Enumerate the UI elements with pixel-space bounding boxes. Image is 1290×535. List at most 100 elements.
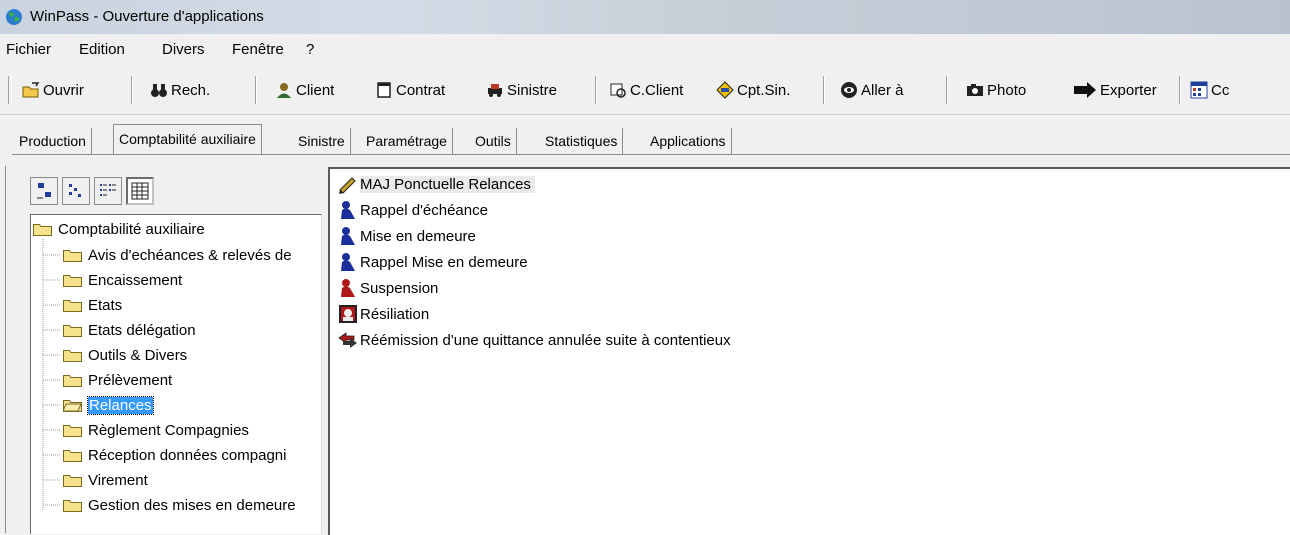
folder-icon — [63, 473, 82, 487]
binoculars-icon — [151, 84, 167, 97]
tree-node[interactable]: Etats délégation — [63, 319, 196, 341]
tab-outils[interactable]: Outils — [470, 128, 517, 154]
tab-divider — [12, 154, 1290, 155]
tab-parametrage[interactable]: Paramétrage — [361, 128, 453, 154]
blue-person-icon — [341, 253, 355, 271]
window-title: WinPass - Ouverture d'applications — [30, 8, 264, 25]
tree-node-label: Encaissement — [88, 271, 183, 289]
client-account-button-label: C.Client — [630, 81, 684, 99]
folder-icon — [63, 423, 82, 437]
tab-production[interactable]: Production — [14, 128, 92, 154]
toolbar-separator — [255, 76, 257, 104]
tab-comptabilite-auxiliaire[interactable]: Comptabilité auxiliaire — [113, 124, 262, 155]
camera-icon — [967, 84, 983, 96]
menu-fenetre[interactable]: Fenêtre — [232, 41, 284, 58]
tree-node[interactable]: Avis d'echéances & relevés de — [63, 244, 292, 266]
folder-icon — [63, 373, 82, 387]
list-item[interactable]: Suspension — [338, 276, 438, 300]
folder-icon — [63, 248, 82, 262]
tree-node-label: Règlement Compagnies — [88, 421, 249, 439]
tree-node-label: Outils & Divers — [88, 346, 188, 364]
tree-node[interactable]: Gestion des mises en demeure — [63, 494, 296, 516]
tree-node-label: Etats délégation — [88, 321, 196, 339]
tree-node[interactable]: Virement — [63, 469, 148, 491]
tab-statistiques[interactable]: Statistiques — [540, 128, 624, 154]
list-item[interactable]: Mise en demeure — [338, 224, 476, 248]
tree-node[interactable]: Règlement Compagnies — [63, 419, 249, 441]
menu-fichier[interactable]: Fichier — [6, 41, 51, 58]
list-item-label: MAJ Ponctuelle Relances — [360, 175, 535, 193]
folder-tree[interactable]: Comptabilité auxiliaire Avis d'echéances… — [30, 214, 322, 534]
calendar-button-label: Cc — [1211, 81, 1230, 99]
update-pen-icon — [339, 177, 356, 194]
tab-sinistre[interactable]: Sinistre — [293, 128, 351, 154]
details-view-button[interactable] — [126, 177, 154, 205]
app-globe-icon — [6, 9, 22, 25]
blue-person-icon — [341, 227, 355, 245]
claim-button[interactable]: Sinistre — [486, 79, 557, 101]
client-icon — [277, 83, 291, 98]
tree-node-selected[interactable]: Relances — [62, 394, 154, 416]
open-folder-icon — [62, 398, 82, 412]
claim-account-button[interactable]: Cpt.Sin. — [716, 79, 790, 101]
list-item[interactable]: Résiliation — [338, 302, 429, 326]
contract-button[interactable]: Contrat — [375, 79, 445, 101]
toolbar-separator — [1179, 76, 1181, 104]
tree-node[interactable]: Encaissement — [63, 269, 182, 291]
goto-button[interactable]: Aller à — [840, 79, 904, 101]
tree-node-label: Réception données compagni — [88, 446, 287, 464]
tree-node[interactable]: Prélèvement — [63, 369, 172, 391]
list-item[interactable]: Rappel d'échéance — [338, 198, 488, 222]
large-icons-view-button[interactable] — [30, 177, 58, 205]
list-item[interactable]: Rappel Mise en demeure — [338, 250, 528, 274]
view-mode-buttons — [30, 177, 158, 207]
goto-button-label: Aller à — [861, 81, 904, 99]
tree-node[interactable]: Réception données compagni — [63, 444, 286, 466]
list-item-label: Réémission d'une quittance annulée suite… — [360, 331, 731, 349]
small-icons-view-button[interactable] — [62, 177, 90, 205]
contract-icon — [377, 82, 391, 98]
client-account-button[interactable]: C.Client — [609, 79, 683, 101]
title-bar: WinPass - Ouverture d'applications — [0, 0, 1290, 34]
termination-icon — [339, 305, 357, 323]
open-button[interactable]: Ouvrir — [22, 79, 84, 101]
folder-icon — [63, 323, 82, 337]
tree-node[interactable]: Etats — [63, 294, 122, 316]
list-item[interactable]: MAJ Ponctuelle Relances — [338, 172, 535, 196]
list-item-label: Rappel d'échéance — [360, 201, 488, 219]
export-arrow-icon — [1074, 82, 1096, 98]
calendar-icon — [1190, 81, 1208, 99]
calendar-button[interactable]: Cc — [1190, 79, 1229, 101]
photo-button[interactable]: Photo — [966, 79, 1026, 101]
toolbar-separator — [823, 76, 825, 104]
list-item-label: Résiliation — [360, 305, 430, 323]
folder-icon — [63, 448, 82, 462]
car-crash-icon — [488, 84, 502, 97]
tree-node[interactable]: Outils & Divers — [63, 344, 187, 366]
tree-root-node[interactable]: Comptabilité auxiliaire — [33, 218, 205, 240]
menu-edition[interactable]: Edition — [79, 41, 125, 58]
open-button-label: Ouvrir — [43, 81, 84, 99]
toolbar: Ouvrir Rech. Client Contrat Sinistre C.C… — [0, 64, 1290, 115]
client-button[interactable]: Client — [275, 79, 334, 101]
export-button[interactable]: Exporter — [1073, 79, 1157, 101]
search-button[interactable]: Rech. — [150, 79, 210, 101]
menu-divers[interactable]: Divers — [162, 41, 205, 58]
list-item-label: Rappel Mise en demeure — [360, 253, 528, 271]
list-item-label: Mise en demeure — [360, 227, 476, 245]
folder-icon — [33, 222, 52, 236]
list-view-button[interactable] — [94, 177, 122, 205]
claim-account-button-label: Cpt.Sin. — [737, 81, 791, 99]
folder-icon — [63, 298, 82, 312]
goto-icon — [841, 82, 857, 98]
list-item[interactable]: Réémission d'une quittance annulée suite… — [338, 328, 731, 352]
menu-help[interactable]: ? — [306, 41, 314, 58]
claim-account-icon — [716, 81, 734, 99]
small-icons-view-icon — [69, 184, 81, 197]
tree-node-label: Virement — [88, 471, 148, 489]
reissue-arrows-icon — [338, 332, 357, 348]
search-button-label: Rech. — [171, 81, 211, 99]
application-list[interactable]: MAJ Ponctuelle Relances Rappel d'échéanc… — [328, 167, 1290, 535]
tab-applications[interactable]: Applications — [645, 128, 732, 154]
toolbar-grip[interactable] — [8, 76, 12, 104]
